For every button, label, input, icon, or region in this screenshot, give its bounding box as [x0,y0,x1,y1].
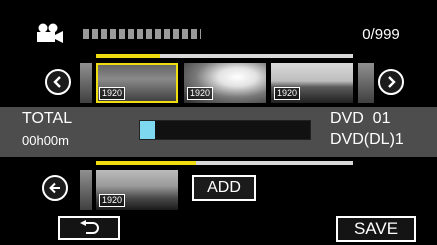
dvd-creation-screen: 0/999 1920 1920 1920 TOTAL 00h00m DVD 01… [0,0,437,245]
total-time: 00h00m [22,133,69,148]
add-button[interactable]: ADD [192,175,256,201]
scene-thumbnail-partial-right [358,63,374,103]
scroll-back-button[interactable] [42,175,68,201]
scene-thumbnail[interactable]: 1920 [96,63,178,103]
return-arrow-icon [80,220,99,234]
disc-count-dvd: DVD 01 [330,110,391,127]
scene-counter: 0/999 [362,26,400,43]
arrow-left-circle-icon [49,182,60,194]
return-button[interactable] [58,216,120,240]
resolution-badge: 1920 [99,87,126,100]
resolution-badge: 1920 [99,194,126,207]
total-label: TOTAL [22,110,73,127]
disc-count-dvd-dl: DVD(DL)1 [330,131,404,148]
selection-progress-fill [96,161,197,165]
scene-progress-fill [96,54,161,58]
selected-scene-thumbnail[interactable]: 1920 [96,170,178,210]
video-camera-icon [37,23,63,43]
disc-capacity-bar [139,120,311,140]
resolution-badge: 1920 [274,87,301,100]
disc-capacity-fill [140,121,156,139]
scene-progress-bar [96,54,353,58]
selected-thumbnail-partial [80,170,92,210]
chevron-right-circle-icon [388,76,396,88]
scene-thumbnail[interactable]: 1920 [271,63,353,103]
scene-thumbnail-partial-left [80,63,92,103]
previous-scenes-button[interactable] [45,69,71,95]
scene-thumbnail[interactable]: 1920 [184,63,266,103]
date-placeholder [83,29,201,39]
save-button[interactable]: SAVE [336,216,416,242]
resolution-badge: 1920 [187,87,214,100]
selection-progress-bar [96,161,353,165]
chevron-left-circle-icon [53,76,61,88]
next-scenes-button[interactable] [378,69,404,95]
